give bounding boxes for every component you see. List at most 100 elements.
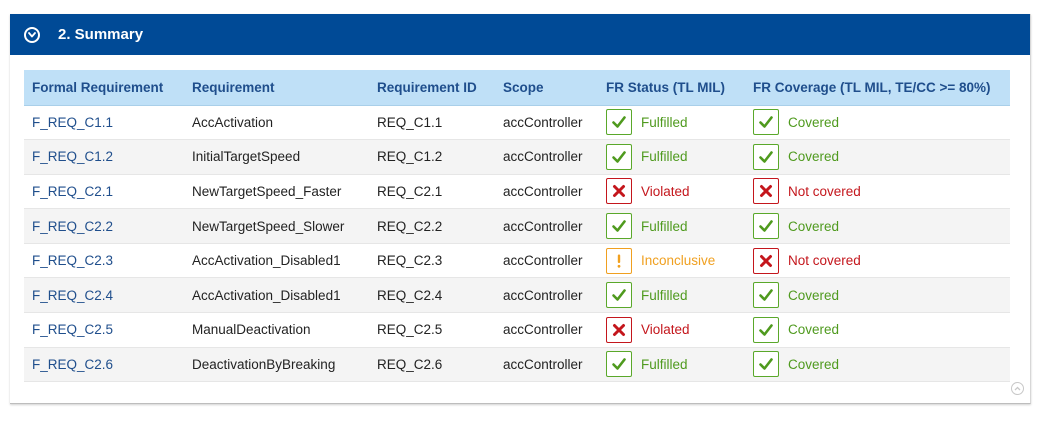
scope-cell: accController xyxy=(495,105,598,141)
col-requirement-id-header: Requirement ID xyxy=(369,70,495,106)
check-icon xyxy=(606,213,632,240)
table-row: F_REQ_C2.4 AccActivation_Disabled1 REQ_C2.… xyxy=(24,277,1010,314)
formal-requirement-link[interactable]: F_REQ_C2.6 xyxy=(32,357,113,372)
fr-status-text: Fulfilled xyxy=(641,114,688,130)
requirement-id-cell: REQ_C2.6 xyxy=(369,347,495,383)
fr-status-indicator: Violated xyxy=(606,316,745,343)
table-row: F_REQ_C2.3 AccActivation_Disabled1 REQ_C2.… xyxy=(24,243,1010,279)
requirement-cell: DeactivationByBreaking xyxy=(184,347,369,383)
scope-cell: accController xyxy=(495,243,598,279)
fr-coverage-text: Covered xyxy=(788,149,840,165)
formal-requirement-link[interactable]: F_REQ_C1.1 xyxy=(32,115,113,130)
fr-coverage-text: Covered xyxy=(788,356,840,372)
fr-coverage-cell: Covered xyxy=(745,105,1010,141)
formal-requirement-cell: F_REQ_C2.6 xyxy=(24,347,184,383)
scroll-to-top-button[interactable] xyxy=(1011,382,1024,395)
fr-coverage-indicator: Not covered xyxy=(753,247,1010,274)
table-row: F_REQ_C1.2 InitialTargetSpeed REQ_C1.2 accC… xyxy=(24,139,1010,175)
cross-icon xyxy=(606,316,632,343)
fr-status-cell: Fulfilled xyxy=(598,347,745,383)
formal-requirement-cell: F_REQ_C2.5 xyxy=(24,312,184,348)
scope-cell: accController xyxy=(495,277,598,314)
check-icon xyxy=(606,351,632,378)
fr-status-text: Fulfilled xyxy=(641,149,688,165)
fr-coverage-cell: Covered xyxy=(745,208,1010,244)
fr-coverage-text: Covered xyxy=(788,218,840,234)
formal-requirement-cell: F_REQ_C2.2 xyxy=(24,208,184,244)
table-body: F_REQ_C1.1 AccActivation REQ_C1.1 accContro… xyxy=(24,105,1010,383)
scope-cell: accController xyxy=(495,347,598,383)
formal-requirement-link[interactable]: F_REQ_C1.2 xyxy=(32,149,113,164)
section-header[interactable]: 2. Summary xyxy=(10,14,1030,55)
fr-status-indicator: Inconclusive xyxy=(606,247,745,274)
formal-requirement-link[interactable]: F_REQ_C2.4 xyxy=(32,288,113,303)
table-row: F_REQ_C2.6 DeactivationByBreaking REQ_C2.6… xyxy=(24,347,1010,383)
fr-coverage-indicator: Covered xyxy=(753,351,1010,378)
requirement-id-cell: REQ_C2.5 xyxy=(369,312,495,348)
requirement-cell: ManualDeactivation xyxy=(184,312,369,348)
requirement-cell: AccActivation xyxy=(184,105,369,141)
check-icon xyxy=(753,109,779,136)
fr-coverage-indicator: Covered xyxy=(753,213,1010,240)
col-scope-header: Scope xyxy=(495,70,598,106)
scope-cell: accController xyxy=(495,174,598,210)
collapse-toggle-button[interactable] xyxy=(24,26,40,43)
table-row: F_REQ_C2.2 NewTargetSpeed_Slower REQ_C2.2 a… xyxy=(24,208,1010,244)
fr-status-cell: Fulfilled xyxy=(598,277,745,314)
col-requirement-header: Requirement xyxy=(184,70,369,106)
fr-coverage-text: Covered xyxy=(788,287,840,303)
fr-coverage-text: Not covered xyxy=(788,183,861,199)
fr-coverage-cell: Covered xyxy=(745,312,1010,348)
fr-status-text: Violated xyxy=(641,322,690,338)
scope-cell: accController xyxy=(495,312,598,348)
section-title: 2. Summary xyxy=(58,26,144,43)
fr-coverage-text: Covered xyxy=(788,114,840,130)
fr-coverage-text: Covered xyxy=(788,322,840,338)
formal-requirement-link[interactable]: F_REQ_C2.5 xyxy=(32,322,113,337)
fr-coverage-text: Not covered xyxy=(788,253,861,269)
table-row: F_REQ_C2.5 ManualDeactivation REQ_C2.5 accC… xyxy=(24,312,1010,348)
scope-cell: accController xyxy=(495,139,598,175)
fr-coverage-indicator: Covered xyxy=(753,143,1010,170)
fr-coverage-cell: Covered xyxy=(745,347,1010,383)
requirement-id-cell: REQ_C2.1 xyxy=(369,174,495,210)
fr-status-cell: Fulfilled xyxy=(598,208,745,244)
requirement-id-cell: REQ_C2.4 xyxy=(369,277,495,314)
cross-icon xyxy=(753,247,779,274)
fr-status-indicator: Fulfilled xyxy=(606,282,745,309)
fr-status-text: Fulfilled xyxy=(641,218,688,234)
fr-coverage-cell: Covered xyxy=(745,139,1010,175)
formal-requirement-link[interactable]: F_REQ_C2.2 xyxy=(32,219,113,234)
requirement-id-cell: REQ_C1.2 xyxy=(369,139,495,175)
formal-requirement-link[interactable]: F_REQ_C2.3 xyxy=(32,253,113,268)
chevron-up-icon xyxy=(1014,386,1021,391)
scope-cell: accController xyxy=(495,208,598,244)
fr-status-text: Inconclusive xyxy=(641,253,716,269)
fr-status-indicator: Fulfilled xyxy=(606,351,745,378)
check-icon xyxy=(753,143,779,170)
summary-table-container: Formal Requirement Requirement Requirement… xyxy=(24,70,1010,383)
fr-status-text: Fulfilled xyxy=(641,287,688,303)
chevron-down-icon xyxy=(28,31,36,37)
fr-status-indicator: Violated xyxy=(606,178,745,205)
fr-status-indicator: Fulfilled xyxy=(606,109,745,136)
requirement-cell: NewTargetSpeed_Faster xyxy=(184,174,369,210)
formal-requirement-cell: F_REQ_C2.4 xyxy=(24,277,184,314)
table-row: F_REQ_C1.1 AccActivation REQ_C1.1 accContro… xyxy=(24,105,1010,141)
fr-coverage-cell: Not covered xyxy=(745,174,1010,210)
check-icon xyxy=(753,316,779,343)
fr-status-cell: Inconclusive xyxy=(598,243,745,279)
cross-icon xyxy=(753,178,779,205)
summary-table: Formal Requirement Requirement Requirement… xyxy=(24,70,1010,383)
fr-status-text: Fulfilled xyxy=(641,356,688,372)
formal-requirement-cell: F_REQ_C1.1 xyxy=(24,105,184,141)
check-icon xyxy=(606,109,632,136)
fr-status-indicator: Fulfilled xyxy=(606,213,745,240)
fr-coverage-indicator: Not covered xyxy=(753,178,1010,205)
requirement-id-cell: REQ_C2.2 xyxy=(369,208,495,244)
fr-coverage-indicator: Covered xyxy=(753,282,1010,309)
fr-status-cell: Violated xyxy=(598,312,745,348)
formal-requirement-link[interactable]: F_REQ_C2.1 xyxy=(32,184,113,199)
fr-status-cell: Fulfilled xyxy=(598,139,745,175)
requirement-cell: AccActivation_Disabled1 xyxy=(184,243,369,279)
